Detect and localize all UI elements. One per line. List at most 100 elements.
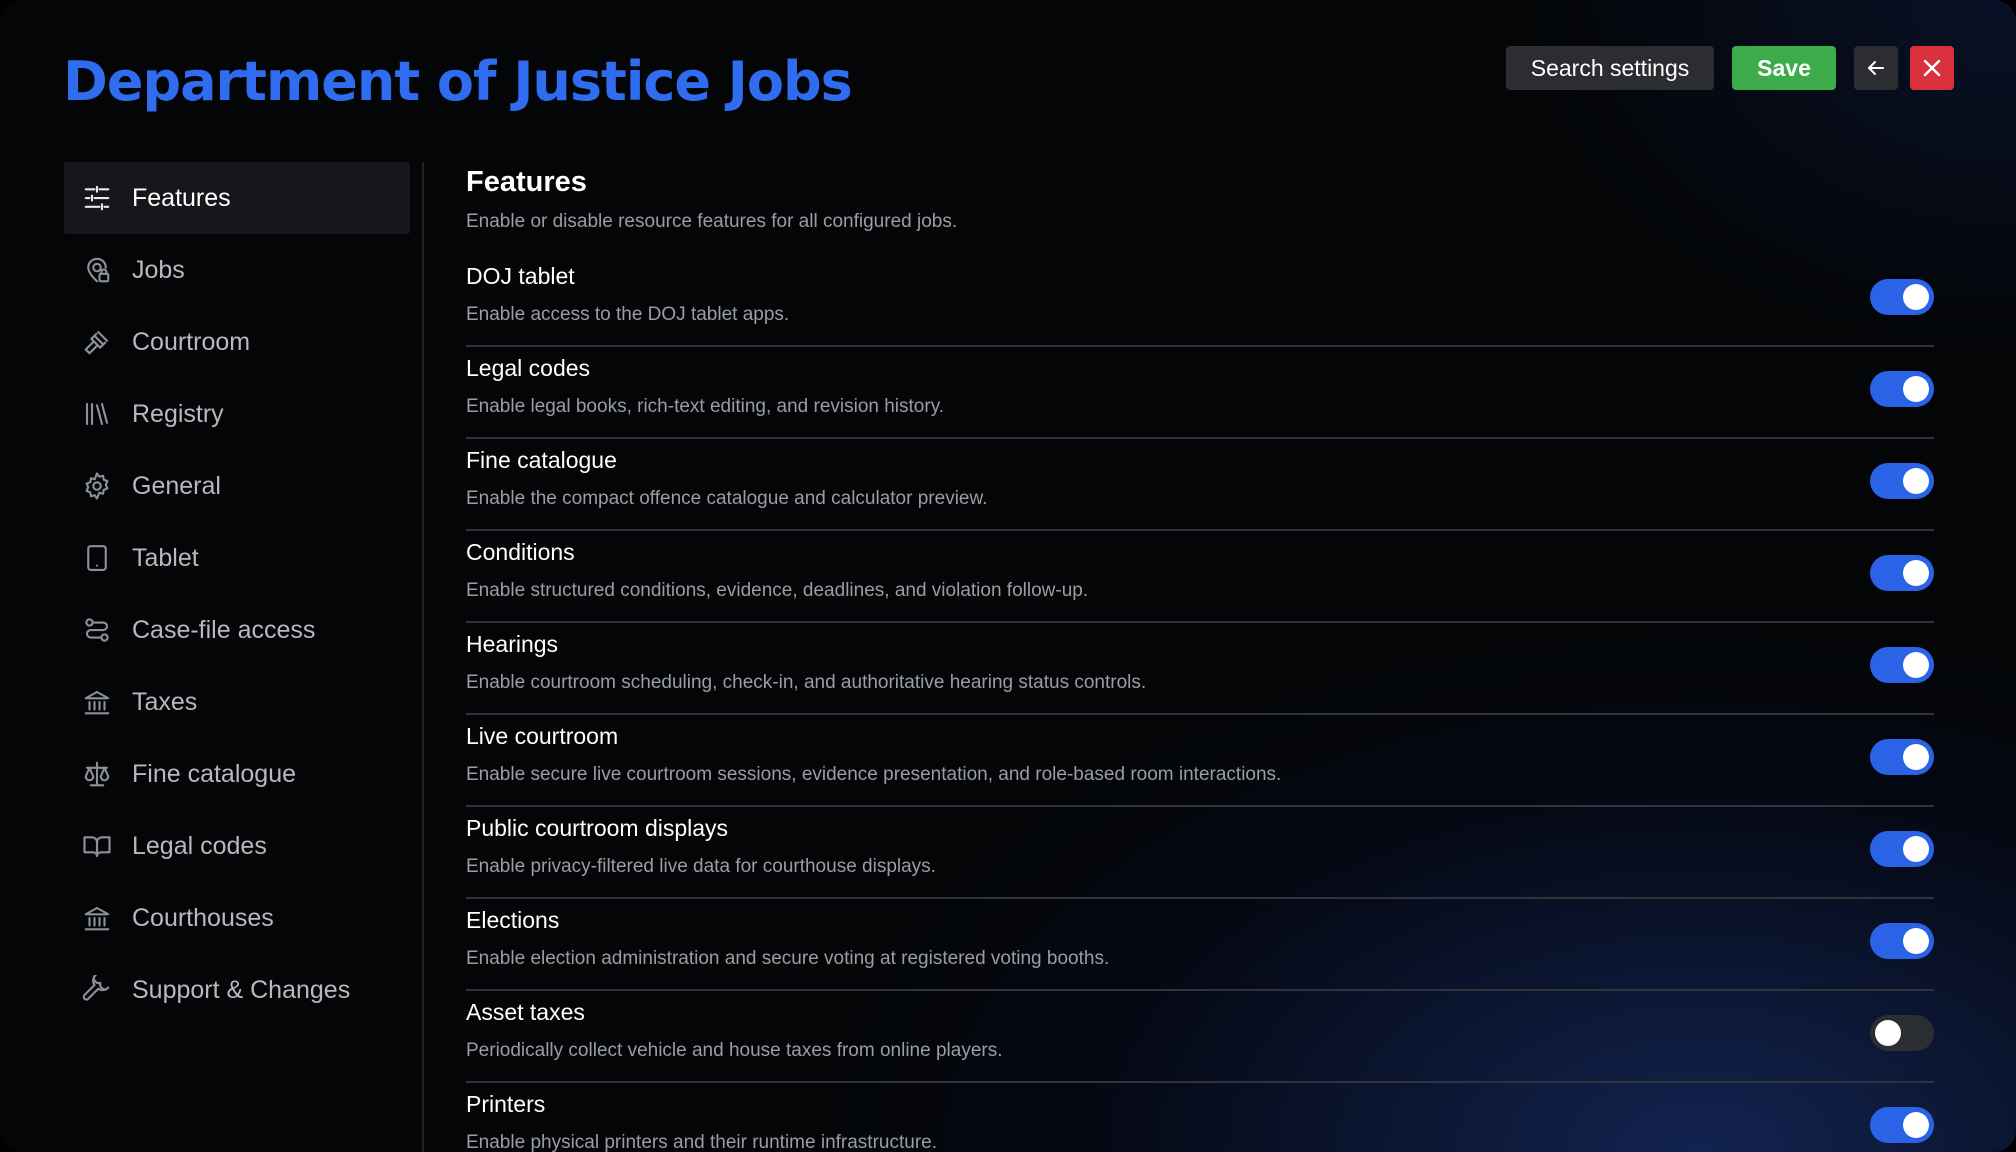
- elections-toggle[interactable]: [1870, 923, 1934, 959]
- gavel-icon: [82, 327, 112, 357]
- sidebar-item-jobs[interactable]: Jobs: [64, 234, 410, 306]
- feature-title: Hearings: [466, 631, 559, 657]
- feature-title: DOJ tablet: [466, 263, 575, 289]
- feature-row-conditions: Conditions Enable structured conditions,…: [466, 531, 1934, 623]
- close-button[interactable]: [1910, 46, 1954, 90]
- feature-row-legal-codes: Legal codes Enable legal books, rich-tex…: [466, 347, 1934, 439]
- feature-row-doj-tablet: DOJ tablet Enable access to the DOJ tabl…: [466, 255, 1934, 347]
- feature-title: Conditions: [466, 539, 575, 565]
- feature-description: Enable physical printers and their runti…: [466, 1132, 938, 1152]
- feature-description: Enable courtroom scheduling, check-in, a…: [466, 672, 1147, 693]
- save-button[interactable]: Save: [1732, 46, 1836, 90]
- sidebar-item-label: Registry: [132, 399, 224, 428]
- route-icon: [82, 615, 112, 645]
- sidebar-item-tablet[interactable]: Tablet: [64, 522, 410, 594]
- feature-row-hearings: Hearings Enable courtroom scheduling, ch…: [466, 623, 1934, 715]
- feature-description: Enable the compact offence catalogue and…: [466, 488, 988, 509]
- feature-description: Enable election administration and secur…: [466, 948, 1110, 969]
- feature-title: Elections: [466, 907, 560, 933]
- feature-title: Fine catalogue: [466, 447, 617, 473]
- feature-title: Live courtroom: [466, 723, 619, 749]
- toggle-knob: [1903, 376, 1929, 402]
- feature-title: Legal codes: [466, 355, 591, 381]
- feature-row-printers: Printers Enable physical printers and th…: [466, 1083, 1934, 1152]
- hearings-toggle[interactable]: [1870, 647, 1934, 683]
- sidebar-item-legal-codes[interactable]: Legal codes: [64, 810, 410, 882]
- conditions-toggle[interactable]: [1870, 555, 1934, 591]
- sidebar-item-label: Fine catalogue: [132, 759, 297, 788]
- feature-description: Enable access to the DOJ tablet apps.: [466, 304, 790, 325]
- live-courtroom-toggle[interactable]: [1870, 739, 1934, 775]
- sidebar-item-label: Legal codes: [132, 831, 267, 860]
- sidebar-item-label: Case-file access: [132, 615, 316, 644]
- sidebar-item-fine-catalogue[interactable]: Fine catalogue: [64, 738, 410, 810]
- feature-title: Printers: [466, 1091, 546, 1117]
- back-button[interactable]: [1854, 46, 1898, 90]
- toggle-knob: [1903, 744, 1929, 770]
- feature-description: Enable structured conditions, evidence, …: [466, 580, 1089, 601]
- sidebar-item-case-file-access[interactable]: Case-file access: [64, 594, 410, 666]
- sidebar-item-label: Courtroom: [132, 327, 251, 356]
- close-icon: [1923, 59, 1941, 77]
- arrow-left-icon: [1868, 61, 1884, 75]
- scale-icon: [82, 759, 112, 789]
- user-pin-icon: [82, 255, 112, 285]
- sidebar-item-features[interactable]: Features: [64, 162, 410, 234]
- feature-row-elections: Elections Enable election administration…: [466, 899, 1934, 991]
- feature-row-fine-catalogue: Fine catalogue Enable the compact offenc…: [466, 439, 1934, 531]
- search-settings-button[interactable]: Search settings: [1506, 46, 1714, 90]
- sidebar-item-courthouses[interactable]: Courthouses: [64, 882, 410, 954]
- sidebar-item-label: Support & Changes: [132, 975, 351, 1004]
- feature-row-public-courtroom-displays: Public courtroom displays Enable privacy…: [466, 807, 1934, 899]
- fine-catalogue-toggle[interactable]: [1870, 463, 1934, 499]
- sidebar-item-label: Taxes: [132, 687, 198, 716]
- top-actions: Search settings Save: [1506, 46, 1954, 90]
- sidebar-divider: [422, 162, 424, 1152]
- public-courtroom-displays-toggle[interactable]: [1870, 831, 1934, 867]
- toggle-knob: [1903, 652, 1929, 678]
- feature-description: Periodically collect vehicle and house t…: [466, 1040, 1003, 1061]
- asset-taxes-toggle[interactable]: [1870, 1015, 1934, 1051]
- bank-icon: [82, 687, 112, 717]
- sidebar-item-general[interactable]: General: [64, 450, 410, 522]
- section-title: Features: [466, 166, 587, 198]
- sidebar-item-taxes[interactable]: Taxes: [64, 666, 410, 738]
- toggle-knob: [1903, 1112, 1929, 1138]
- wrench-icon: [82, 975, 112, 1005]
- sidebar-item-label: Tablet: [132, 543, 199, 572]
- sidebar-item-label: General: [132, 471, 221, 500]
- feature-title: Public courtroom displays: [466, 815, 729, 841]
- sidebar-item-courtroom[interactable]: Courtroom: [64, 306, 410, 378]
- books-icon: [82, 399, 112, 429]
- feature-description: Enable privacy-filtered live data for co…: [466, 856, 936, 877]
- feature-description: Enable secure live courtroom sessions, e…: [466, 764, 1282, 785]
- toggle-knob: [1903, 928, 1929, 954]
- gear-icon: [82, 471, 112, 501]
- doj-tablet-toggle[interactable]: [1870, 279, 1934, 315]
- toggle-knob: [1903, 836, 1929, 862]
- page-title: Department of Justice Jobs: [63, 50, 853, 113]
- toggle-knob: [1903, 468, 1929, 494]
- book-open-icon: [82, 831, 112, 861]
- sidebar-item-registry[interactable]: Registry: [64, 378, 410, 450]
- feature-row-asset-taxes: Asset taxes Periodically collect vehicle…: [466, 991, 1934, 1083]
- sliders-icon: [82, 183, 112, 213]
- sidebar-item-label: Features: [132, 183, 231, 212]
- toggle-knob: [1875, 1020, 1901, 1046]
- feature-row-live-courtroom: Live courtroom Enable secure live courtr…: [466, 715, 1934, 807]
- feature-description: Enable legal books, rich-text editing, a…: [466, 396, 945, 417]
- sidebar-item-support-changes[interactable]: Support & Changes: [64, 954, 410, 1026]
- toggle-knob: [1903, 284, 1929, 310]
- tablet-icon: [82, 543, 112, 573]
- section-description: Enable or disable resource features for …: [466, 211, 958, 232]
- sidebar-item-label: Jobs: [132, 255, 185, 284]
- printers-toggle[interactable]: [1870, 1107, 1934, 1143]
- courthouse-icon: [82, 903, 112, 933]
- features-panel: Features Enable or disable resource feat…: [466, 162, 1934, 1152]
- sidebar-item-label: Courthouses: [132, 903, 274, 932]
- settings-window: Department of Justice Jobs Search settin…: [0, 0, 2016, 1152]
- toggle-knob: [1903, 560, 1929, 586]
- legal-codes-toggle[interactable]: [1870, 371, 1934, 407]
- feature-list: DOJ tablet Enable access to the DOJ tabl…: [466, 255, 1934, 1152]
- sidebar: Features Jobs Courtroom Registry General…: [64, 162, 410, 1026]
